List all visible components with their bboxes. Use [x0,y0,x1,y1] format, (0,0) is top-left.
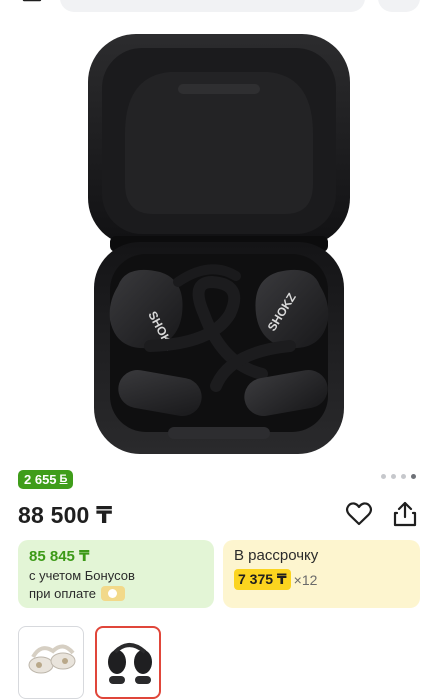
pager-dot[interactable] [381,474,386,479]
bonus-badge: 2 655 Б [18,470,74,489]
variant-thumbnail-black[interactable] [95,626,161,699]
favorite-button[interactable] [345,501,373,527]
gallery-pager [381,474,416,479]
bonus-price: 85 845 ₸ [29,548,90,565]
earbuds-black-image [108,643,152,684]
back-button[interactable] [22,0,42,8]
installment-monthly: 7 375 ₸ [234,569,291,590]
earbuds-case-image: SHOKZ SHOKZ [88,34,350,454]
earbuds-white-image [28,644,76,674]
product-image[interactable]: SHOKZ SHOKZ [0,14,438,459]
share-button[interactable] [392,500,418,528]
pager-dot-active[interactable] [411,474,416,479]
bonus-symbol: Б [59,473,68,485]
heart-outline-icon [345,502,373,526]
bonus-payment-label: при оплате [29,586,96,601]
product-price: 88 500 ₸ [18,502,113,528]
share-icon [393,501,417,527]
variant-thumbnail-white[interactable] [18,626,84,699]
arrow-left-icon [22,0,42,2]
installment-card[interactable]: В рассрочку 7 375 ₸ ×12 [223,540,420,608]
bonus-amount: 2 655 [24,472,57,487]
installment-title: В рассрочку [234,547,319,564]
bonus-payment-note: при оплате [29,586,203,601]
bonus-note: с учетом Бонусов [29,568,135,583]
pager-dot[interactable] [401,474,406,479]
top-bar [0,0,438,12]
installment-months: ×12 [293,571,318,588]
pager-dot[interactable] [391,474,396,479]
installment-row: 7 375 ₸ ×12 [234,569,409,590]
top-action-button[interactable] [378,0,420,12]
bonus-price-card[interactable]: 85 845 ₸ с учетом Бонусов при оплате [18,540,214,608]
search-field[interactable] [60,0,365,12]
pay-logo-icon [100,586,125,601]
